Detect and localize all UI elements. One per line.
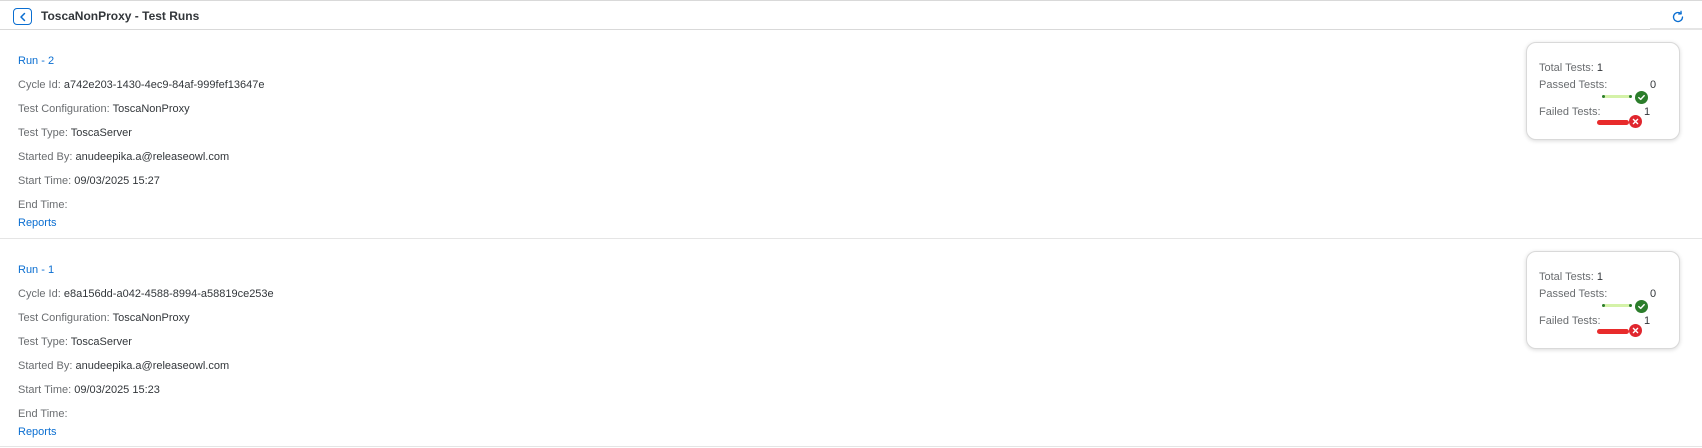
total-tests-value: 1 <box>1596 271 1604 283</box>
field-label: Test Type: <box>18 127 68 139</box>
refresh-icon <box>1672 10 1684 23</box>
field-label: End Time: <box>18 408 68 420</box>
run-title[interactable]: Run - 1 <box>18 264 54 276</box>
field-value: ToscaServer <box>70 336 132 348</box>
total-tests: Total Tests: 1 <box>1539 62 1603 74</box>
end-time-field: End Time: <box>18 408 68 420</box>
field-label: Started By: <box>18 360 73 372</box>
close-circle-icon <box>1629 324 1642 337</box>
failed-tests-value: 1 <box>1644 106 1651 118</box>
started-by-field: Started By: anudeepika.a@releaseowl.com <box>18 360 229 372</box>
field-label: Started By: <box>18 151 73 163</box>
total-tests: Total Tests: 1 <box>1539 271 1603 283</box>
passed-tests-label: Passed Tests: <box>1539 288 1608 300</box>
end-time-field: End Time: <box>18 199 68 211</box>
field-value: ToscaNonProxy <box>112 312 190 324</box>
failed-tests-label: Failed Tests: <box>1539 106 1601 118</box>
test-stats-panel: Total Tests: 1 Passed Tests: 0 Failed Te… <box>1526 251 1680 349</box>
run-card: Run - 1 Cycle Id: e8a156dd-a042-4588-899… <box>0 239 1702 447</box>
field-value: e8a156dd-a042-4588-8994-a58819ce253e <box>63 288 274 300</box>
test-type-field: Test Type: ToscaServer <box>18 336 132 348</box>
total-tests-label: Total Tests: <box>1539 62 1594 74</box>
back-button[interactable] <box>13 8 32 25</box>
test-type-field: Test Type: ToscaServer <box>18 127 132 139</box>
failed-tests-value: 1 <box>1644 315 1651 327</box>
passed-tests-label: Passed Tests: <box>1539 79 1608 91</box>
field-label: Test Configuration: <box>18 103 110 115</box>
check-circle-icon <box>1635 91 1648 104</box>
field-label: End Time: <box>18 199 68 211</box>
failed-progress-bar <box>1597 329 1629 334</box>
field-value: 09/03/2025 15:27 <box>74 175 160 187</box>
run-card: Run - 2 Cycle Id: a742e203-1430-4ec9-84a… <box>0 30 1702 239</box>
page-title: ToscaNonProxy - Test Runs <box>41 9 200 23</box>
field-value: anudeepika.a@releaseowl.com <box>75 151 230 163</box>
field-label: Cycle Id: <box>18 79 61 91</box>
failed-progress-bar <box>1597 120 1629 125</box>
passed-tests-value: 0 <box>1650 288 1657 300</box>
passed-tests-value: 0 <box>1650 79 1657 91</box>
field-value: ToscaNonProxy <box>112 103 190 115</box>
check-circle-icon <box>1635 300 1648 313</box>
field-label: Start Time: <box>18 384 72 396</box>
cycle-id-field: Cycle Id: e8a156dd-a042-4588-8994-a58819… <box>18 288 274 300</box>
run-title[interactable]: Run - 2 <box>18 55 54 67</box>
field-value: anudeepika.a@releaseowl.com <box>75 360 230 372</box>
start-time-field: Start Time: 09/03/2025 15:27 <box>18 175 160 187</box>
chevron-left-icon <box>19 12 25 21</box>
cycle-id-field: Cycle Id: a742e203-1430-4ec9-84af-999fef… <box>18 79 264 91</box>
field-label: Start Time: <box>18 175 72 187</box>
failed-tests-label: Failed Tests: <box>1539 315 1601 327</box>
passed-progress-bar <box>1602 304 1632 307</box>
reports-link[interactable]: Reports <box>18 217 57 229</box>
close-circle-icon <box>1629 115 1642 128</box>
page-header: ToscaNonProxy - Test Runs <box>0 0 1702 30</box>
total-tests-value: 1 <box>1596 62 1604 74</box>
field-value: 09/03/2025 15:23 <box>74 384 160 396</box>
field-label: Test Type: <box>18 336 68 348</box>
started-by-field: Started By: anudeepika.a@releaseowl.com <box>18 151 229 163</box>
field-label: Test Configuration: <box>18 312 110 324</box>
field-value: ToscaServer <box>70 127 132 139</box>
passed-progress-bar <box>1602 95 1632 98</box>
test-configuration-field: Test Configuration: ToscaNonProxy <box>18 312 190 324</box>
start-time-field: Start Time: 09/03/2025 15:23 <box>18 384 160 396</box>
field-value: a742e203-1430-4ec9-84af-999fef13647e <box>63 79 265 91</box>
test-stats-panel: Total Tests: 1 Passed Tests: 0 Failed Te… <box>1526 42 1680 140</box>
field-label: Cycle Id: <box>18 288 61 300</box>
refresh-button[interactable] <box>1668 8 1688 26</box>
reports-link[interactable]: Reports <box>18 426 57 438</box>
total-tests-label: Total Tests: <box>1539 271 1594 283</box>
test-configuration-field: Test Configuration: ToscaNonProxy <box>18 103 190 115</box>
